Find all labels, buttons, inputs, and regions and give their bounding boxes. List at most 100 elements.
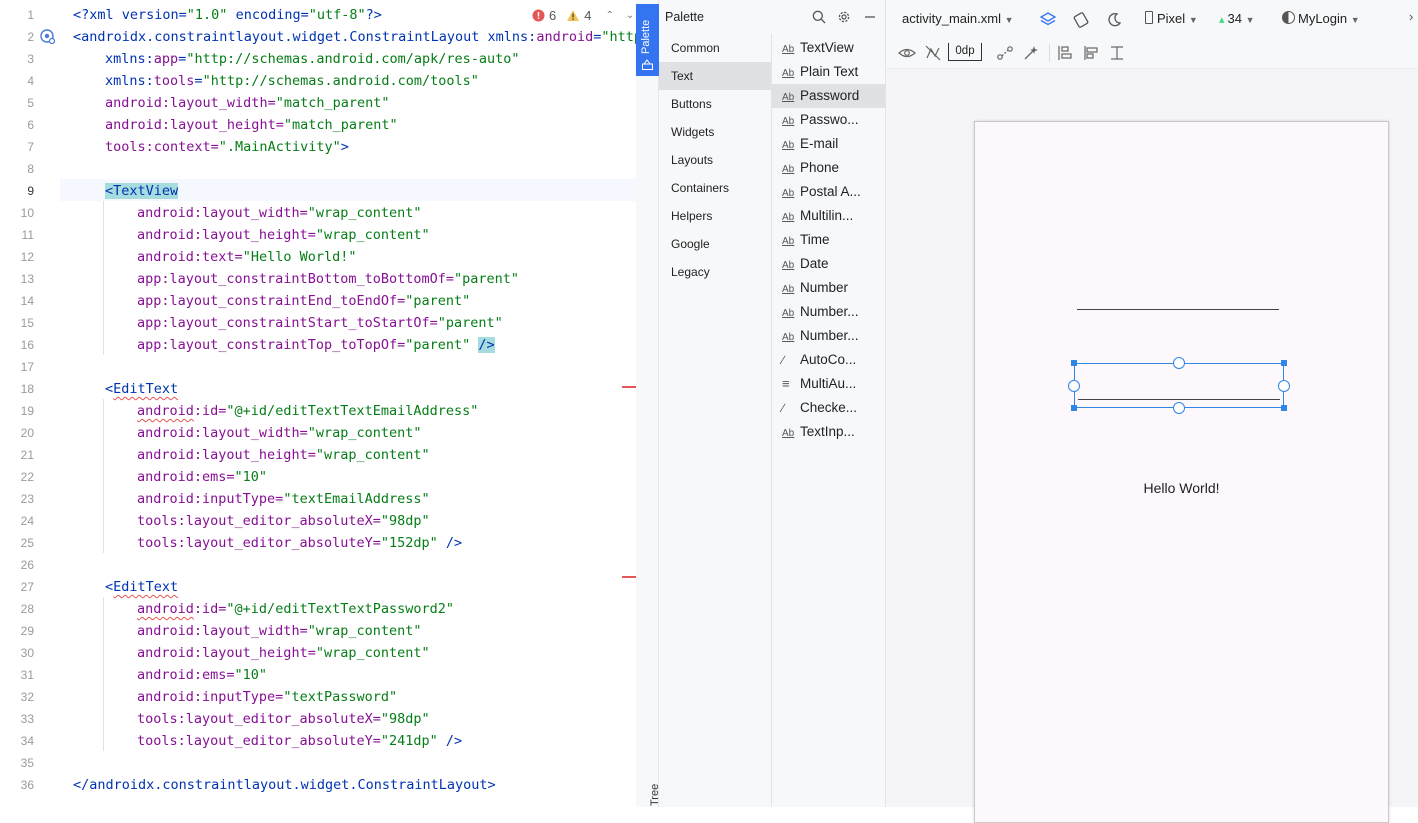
palette-item[interactable]: Ab Number (772, 276, 885, 300)
palette-category-google[interactable]: Google (659, 230, 771, 258)
guidelines-icon[interactable] (1108, 44, 1126, 62)
palette-item[interactable]: ∕ AutoCo... (772, 348, 885, 372)
file-selector[interactable]: activity_main.xml ▼ (902, 11, 1014, 26)
code-line-14[interactable]: app:layout_constraintEnd_toEndOf="parent… (137, 290, 470, 312)
code-line-30[interactable]: android:layout_height="wrap_content" (137, 642, 430, 664)
line-number[interactable]: 33 (0, 708, 34, 730)
palette-category-text[interactable]: Text (659, 62, 771, 90)
night-mode-icon[interactable] (1105, 11, 1123, 29)
line-number[interactable]: 27 (0, 576, 34, 598)
palette-item[interactable]: Ab Multilin... (772, 204, 885, 228)
default-margin-selector[interactable]: 0dp (948, 43, 982, 61)
line-number[interactable]: 23 (0, 488, 34, 510)
line-number[interactable]: 6 (0, 114, 34, 136)
code-line-9[interactable]: <TextView (105, 180, 179, 202)
line-number[interactable]: 22 (0, 466, 34, 488)
constraint-anchor-start[interactable] (1068, 380, 1080, 392)
code-line-28[interactable]: android:id="@+id/editTextTextPassword2" (137, 598, 454, 620)
line-number[interactable]: 5 (0, 92, 34, 114)
line-number[interactable]: 26 (0, 554, 34, 576)
code-line-13[interactable]: app:layout_constraintBottom_toBottomOf="… (137, 268, 519, 290)
resize-handle-top-right[interactable] (1281, 360, 1287, 366)
resize-handle-top-left[interactable] (1071, 360, 1077, 366)
device-selector[interactable]: Pixel ▼ (1145, 11, 1198, 26)
code-line-19[interactable]: android:id="@+id/editTextTextEmailAddres… (137, 400, 478, 422)
palette-item[interactable]: Ab E-mail (772, 132, 885, 156)
code-line-33[interactable]: tools:layout_editor_absoluteX="98dp" (137, 708, 430, 730)
code-line-2[interactable]: <androidx.constraintlayout.widget.Constr… (73, 26, 636, 48)
line-number[interactable]: 32 (0, 686, 34, 708)
code-line-22[interactable]: android:ems="10" (137, 466, 267, 488)
line-number[interactable]: 3 (0, 48, 34, 70)
constraint-anchor-end[interactable] (1278, 380, 1290, 392)
line-number[interactable]: 20 (0, 422, 34, 444)
line-number[interactable]: 35 (0, 752, 34, 774)
code-line-20[interactable]: android:layout_width="wrap_content" (137, 422, 422, 444)
gear-icon[interactable] (837, 10, 851, 24)
palette-category-containers[interactable]: Containers (659, 174, 771, 202)
palette-item[interactable]: ∕ Checke... (772, 396, 885, 420)
line-number[interactable]: 31 (0, 664, 34, 686)
line-number[interactable]: 10 (0, 202, 34, 224)
constraint-anchor-top[interactable] (1173, 357, 1185, 369)
palette-item[interactable]: Ab Phone (772, 156, 885, 180)
api-level-selector[interactable]: ▴ 34 ▼ (1219, 11, 1255, 26)
palette-category-layouts[interactable]: Layouts (659, 146, 771, 174)
eye-icon[interactable] (898, 44, 916, 62)
code-line-1[interactable]: <?xml version="1.0" encoding="utf-8"?> (73, 4, 382, 26)
line-number[interactable]: 11 (0, 224, 34, 246)
line-number[interactable]: 17 (0, 356, 34, 378)
line-number[interactable]: 21 (0, 444, 34, 466)
search-icon[interactable] (812, 10, 826, 24)
pack-icon[interactable] (1056, 44, 1074, 62)
palette-category-helpers[interactable]: Helpers (659, 202, 771, 230)
line-number[interactable]: 34 (0, 730, 34, 752)
line-number[interactable]: 30 (0, 642, 34, 664)
code-line-15[interactable]: app:layout_constraintStart_toStartOf="pa… (137, 312, 503, 334)
minimize-icon[interactable] (863, 10, 877, 24)
hello-world-textview-preview[interactable]: Hello World! (975, 480, 1388, 496)
theme-selector[interactable]: MyLogin ▼ (1282, 11, 1360, 26)
constraint-anchor-bottom[interactable] (1173, 402, 1185, 414)
line-number[interactable]: 1 (0, 4, 34, 26)
code-line-7[interactable]: tools:context=".MainActivity"> (105, 136, 349, 158)
palette-tool-tab[interactable]: Palette (636, 4, 659, 76)
code-line-4[interactable]: xmlns:tools="http://schemas.android.com/… (105, 70, 479, 92)
palette-item[interactable]: Ab Password (772, 84, 885, 108)
code-line-27[interactable]: <EditText (105, 576, 178, 598)
palette-item[interactable]: Ab Passwo... (772, 108, 885, 132)
line-number[interactable]: 24 (0, 510, 34, 532)
code-line-5[interactable]: android:layout_width="match_parent" (105, 92, 390, 114)
palette-item[interactable]: Ab TextView (772, 36, 885, 60)
code-line-21[interactable]: android:layout_height="wrap_content" (137, 444, 430, 466)
palette-item[interactable]: ≡ MultiAu... (772, 372, 885, 396)
align-icon[interactable] (1082, 44, 1100, 62)
chevron-up-icon[interactable]: ⌃ (605, 10, 613, 21)
palette-item[interactable]: Ab Time (772, 228, 885, 252)
code-line-6[interactable]: android:layout_height="match_parent" (105, 114, 398, 136)
resize-handle-bottom-left[interactable] (1071, 405, 1077, 411)
code-line-23[interactable]: android:inputType="textEmailAddress" (137, 488, 430, 510)
line-number[interactable]: 25 (0, 532, 34, 554)
code-line-31[interactable]: android:ems="10" (137, 664, 267, 686)
orientation-icon[interactable] (1072, 11, 1090, 29)
inspections-widget[interactable]: 6 4 ⌃ ⌄ (532, 5, 634, 25)
layers-design-icon[interactable] (1039, 11, 1057, 29)
palette-category-buttons[interactable]: Buttons (659, 90, 771, 118)
line-number[interactable]: 19 (0, 400, 34, 422)
code-line-29[interactable]: android:layout_width="wrap_content" (137, 620, 422, 642)
palette-item[interactable]: Ab TextInp... (772, 420, 885, 444)
autoconnect-off-icon[interactable] (924, 44, 942, 62)
line-number[interactable]: 14 (0, 290, 34, 312)
code-line-24[interactable]: tools:layout_editor_absoluteX="98dp" (137, 510, 430, 532)
line-number[interactable]: 29 (0, 620, 34, 642)
clear-constraints-icon[interactable] (996, 44, 1014, 62)
device-preview-canvas[interactable]: Hello World! (974, 121, 1389, 823)
design-preview-gutter-icon[interactable] (39, 28, 55, 44)
email-edittext-preview[interactable] (1077, 309, 1279, 310)
code-line-34[interactable]: tools:layout_editor_absoluteY="241dp" /> (137, 730, 462, 752)
error-stripe-marker[interactable] (622, 386, 636, 388)
error-stripe-marker[interactable] (622, 576, 636, 578)
palette-item[interactable]: Ab Postal A... (772, 180, 885, 204)
palette-category-legacy[interactable]: Legacy (659, 258, 771, 286)
